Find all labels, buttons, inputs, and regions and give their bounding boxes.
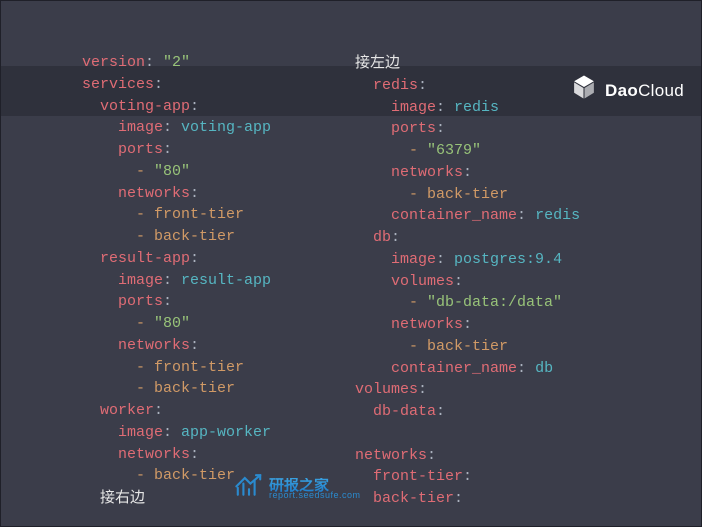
key-services: services — [82, 76, 154, 93]
watermark: 研报之家 report.seedsufe.com — [235, 473, 361, 505]
db-net-0: back-tier — [427, 338, 508, 355]
voting-port-0: "80" — [154, 163, 190, 180]
cube-icon — [571, 74, 597, 108]
db-vol-0: "db-data:/data" — [427, 294, 562, 311]
svc-worker: worker — [100, 402, 154, 419]
worker-networks-key: networks — [118, 446, 190, 463]
redis-port-0: "6379" — [427, 142, 481, 159]
result-net-0: front-tier — [154, 359, 244, 376]
worker-net-0: back-tier — [154, 467, 235, 484]
redis-cname-val: redis — [535, 207, 580, 224]
redis-networks-key: networks — [391, 164, 463, 181]
svc-voting: voting-app — [100, 98, 190, 115]
svc-redis: redis — [373, 77, 418, 94]
val-version: "2" — [163, 54, 190, 71]
db-cname-key: container_name — [391, 360, 517, 377]
continue-left-note: 接左边 — [355, 54, 400, 71]
redis-image-key: image — [391, 99, 436, 116]
db-image-key: image — [391, 251, 436, 268]
worker-image-key: image — [118, 424, 163, 441]
voting-net-1: back-tier — [154, 228, 235, 245]
result-ports-key: ports — [118, 293, 163, 310]
voting-image-key: image — [118, 119, 163, 136]
code-left-column: version: "2" services: voting-app: image… — [0, 52, 355, 527]
daocloud-logo: DaoCloud — [571, 74, 684, 108]
worker-image-val: app-worker — [181, 424, 271, 441]
result-net-1: back-tier — [154, 380, 235, 397]
voting-ports-key: ports — [118, 141, 163, 158]
svc-result: result-app — [100, 250, 190, 267]
redis-image-val: redis — [454, 99, 499, 116]
code-columns: version: "2" services: voting-app: image… — [0, 52, 702, 527]
result-image-val: result-app — [181, 272, 271, 289]
result-networks-key: networks — [118, 337, 190, 354]
chart-icon — [235, 473, 263, 505]
voting-networks-key: networks — [118, 185, 190, 202]
vol-db-data: db-data — [373, 403, 436, 420]
top-volumes-key: volumes — [355, 381, 418, 398]
voting-image-val: voting-app — [181, 119, 271, 136]
code-right-column: 接左边 redis: image: redis ports: - "6379" … — [355, 52, 702, 527]
net-front-tier: front-tier — [373, 468, 463, 485]
result-image-key: image — [118, 272, 163, 289]
key-version: version — [82, 54, 145, 71]
result-port-0: "80" — [154, 315, 190, 332]
db-cname-val: db — [535, 360, 553, 377]
top-networks-key: networks — [355, 447, 427, 464]
logo-text: DaoCloud — [605, 79, 684, 104]
svc-db: db — [373, 229, 391, 246]
watermark-sub: report.seedsufe.com — [269, 491, 361, 500]
redis-net-0: back-tier — [427, 186, 508, 203]
logo-bold: Dao — [605, 81, 638, 100]
db-volumes-key: volumes — [391, 273, 454, 290]
continue-right-note: 接右边 — [100, 489, 145, 506]
net-back-tier: back-tier — [373, 490, 454, 507]
db-image-val: postgres:9.4 — [454, 251, 562, 268]
voting-net-0: front-tier — [154, 206, 244, 223]
redis-ports-key: ports — [391, 120, 436, 137]
db-networks-key: networks — [391, 316, 463, 333]
logo-thin: Cloud — [638, 81, 684, 100]
redis-cname-key: container_name — [391, 207, 517, 224]
